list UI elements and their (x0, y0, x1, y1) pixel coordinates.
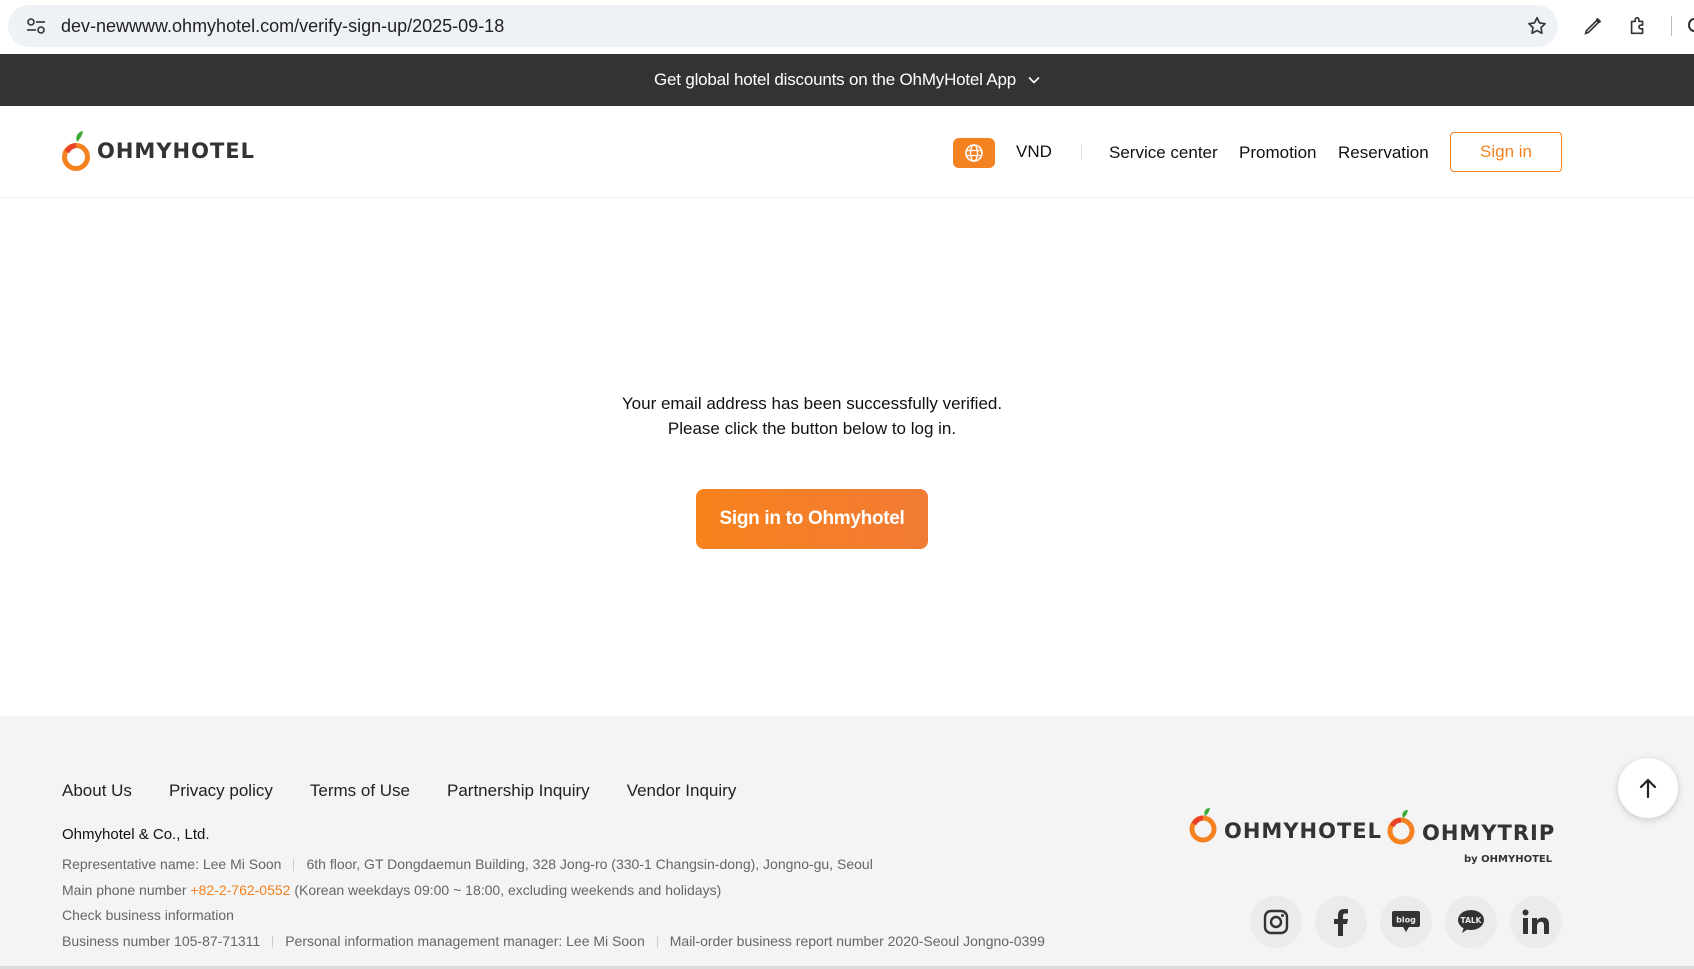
arrow-up-icon (1639, 778, 1657, 799)
nav-reservation[interactable]: Reservation (1338, 143, 1429, 163)
business-number: Business number 105-87-71311 (62, 933, 261, 949)
footer-link-about-us[interactable]: About Us (62, 781, 132, 801)
footer-link-partnership-inquiry[interactable]: Partnership Inquiry (447, 781, 590, 801)
footer-link-privacy-policy[interactable]: Privacy policy (169, 781, 273, 801)
verification-line-2: Please click the button below to log in. (667, 419, 957, 438)
company-info-line: Representative name: Lee Mi Soon 6th floo… (62, 856, 873, 872)
footer-links: About Us Privacy policy Terms of Use Par… (62, 781, 773, 801)
company-name: Ohmyhotel & Co., Ltd. (62, 826, 210, 843)
linkedin-icon[interactable] (1510, 896, 1562, 948)
promo-text: Get global hotel discounts on the OhMyHo… (654, 70, 1016, 89)
verification-message: Your email address has been successfully… (0, 391, 1624, 441)
footer-brand-logos: OHMYHOTEL OHMYTRIP by OHMYHOTEL (1189, 808, 1555, 865)
address-bar[interactable]: dev-newwww.ohmyhotel.com/verify-sign-up/… (8, 5, 1558, 47)
logo-wordmark: OHMYHOTEL (97, 139, 256, 163)
site-header: OHMYHOTEL VND Service center Promotion R… (0, 106, 1694, 198)
talk-icon[interactable]: TALK (1445, 896, 1497, 948)
footer-link-vendor-inquiry[interactable]: Vendor Inquiry (627, 781, 737, 801)
svg-text:TALK: TALK (1461, 916, 1483, 925)
header-divider (1081, 144, 1082, 160)
language-button[interactable] (953, 138, 995, 168)
check-business-info-link[interactable]: Check business information (62, 907, 234, 923)
scroll-to-top-button[interactable] (1618, 758, 1678, 818)
sign-in-button[interactable]: Sign in (1450, 132, 1562, 172)
svg-text:blog: blog (1396, 916, 1416, 925)
footer-logo1-text: OHMYHOTEL (1224, 819, 1382, 843)
chevron-down-icon[interactable] (1028, 74, 1040, 86)
representative-name: Representative name: Lee Mi Soon (62, 856, 282, 872)
site-info-icon[interactable] (26, 18, 46, 34)
phone-hours: (Korean weekdays 09:00 ~ 18:00, excludin… (294, 882, 722, 898)
sign-in-to-ohmyhotel-button[interactable]: Sign in to Ohmyhotel (696, 489, 928, 549)
facebook-icon[interactable] (1315, 896, 1367, 948)
currency-selector[interactable]: VND (1016, 142, 1052, 162)
orange-logo-icon (62, 131, 90, 171)
nav-service-center[interactable]: Service center (1109, 143, 1218, 163)
verification-line-1: Your email address has been successfully… (621, 394, 1003, 413)
phone-label: Main phone number (62, 882, 187, 898)
footer-logo2-byline: by OHMYHOTEL (1464, 854, 1553, 865)
toolbar-divider (1671, 16, 1672, 36)
url-text[interactable]: dev-newwww.ohmyhotel.com/verify-sign-up/… (61, 16, 504, 37)
browser-toolbar: dev-newwww.ohmyhotel.com/verify-sign-up/… (0, 0, 1694, 54)
ohmyhotel-logo[interactable]: OHMYHOTEL (61, 130, 255, 172)
pen-icon[interactable] (1582, 15, 1604, 37)
blog-icon[interactable]: blog (1380, 896, 1432, 948)
company-address: 6th floor, GT Dongdaemun Building, 328 J… (306, 856, 873, 872)
mail-order-number: Mail-order business report number 2020-S… (669, 933, 1045, 949)
verification-content: Your email address has been successfully… (0, 198, 1694, 716)
phone-number-link[interactable]: +82-2-762-0552 (190, 882, 290, 898)
bookmark-star-icon[interactable] (1526, 15, 1548, 37)
footer-logo2-text: OHMYTRIP (1422, 821, 1555, 845)
footer-ohmytrip-logo: OHMYTRIP by OHMYHOTEL (1387, 810, 1555, 865)
nav-promotion[interactable]: Promotion (1239, 143, 1316, 163)
instagram-icon[interactable] (1250, 896, 1302, 948)
privacy-manager: Personal information management manager:… (285, 933, 645, 949)
extensions-icon[interactable] (1627, 15, 1649, 37)
footer-ohmyhotel-logo: OHMYHOTEL (1189, 808, 1382, 843)
app-promo-banner[interactable]: Get global hotel discounts on the OhMyHo… (0, 54, 1694, 106)
phone-info-line: Main phone number +82-2-762-0552 (Korean… (62, 882, 721, 898)
site-footer: About Us Privacy policy Terms of Use Par… (0, 716, 1694, 969)
business-registration-line: Business number 105-87-71311 Personal inf… (62, 933, 1045, 949)
footer-link-terms-of-use[interactable]: Terms of Use (310, 781, 410, 801)
profile-icon[interactable] (1688, 18, 1694, 32)
globe-icon (965, 144, 983, 162)
